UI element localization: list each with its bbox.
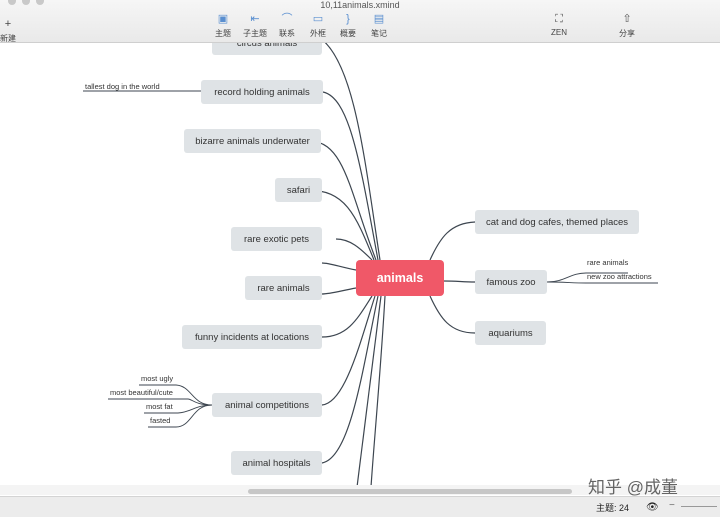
zoom-out-icon[interactable]: − — [669, 500, 675, 511]
share-label: 分享 — [619, 29, 635, 38]
subtopic-fasted[interactable]: fasted — [150, 416, 170, 425]
window-title: 10,11animals.xmind — [320, 0, 400, 10]
window-toolbar: 10,11animals.xmind + 新建 ▣ 主题 ⇤ 子主题 ⌒ 联系 … — [0, 0, 720, 43]
watermark: 知乎 @成董 — [588, 478, 678, 497]
topic-bizarre-animals-underwater[interactable]: bizarre animals underwater — [184, 129, 321, 153]
topic-funny-incidents[interactable]: funny incidents at locations — [182, 325, 322, 349]
notes-button[interactable]: ▤ 笔记 — [359, 13, 399, 39]
subtopic-most-fat[interactable]: most fat — [146, 402, 173, 411]
topic-famous-zoo[interactable]: famous zoo — [475, 270, 547, 294]
topic-rare-exotic-pets[interactable]: rare exotic pets — [231, 227, 322, 251]
topic-circus-animals[interactable]: circus animals — [212, 43, 322, 55]
eye-icon[interactable]: 👁 — [646, 502, 659, 513]
central-topic[interactable]: animals — [356, 260, 444, 296]
zen-label: ZEN — [551, 28, 567, 37]
scrollbar-thumb[interactable] — [248, 489, 572, 494]
topic-safari[interactable]: safari — [275, 178, 322, 202]
zen-button[interactable]: ⛶ ZEN — [539, 13, 579, 37]
topic-aquariums[interactable]: aquariums — [475, 321, 546, 345]
topic-record-holding-animals[interactable]: record holding animals — [201, 80, 323, 104]
subtopic-new-zoo-attractions[interactable]: new zoo attractions — [587, 272, 652, 281]
topic-cat-dog-cafes[interactable]: cat and dog cafes, themed places — [475, 210, 639, 234]
notes-label: 笔记 — [371, 29, 387, 38]
subtopic-most-ugly[interactable]: most ugly — [141, 374, 173, 383]
share-icon: ⇧ — [622, 13, 632, 25]
topic-count: 主题: 24 — [596, 503, 630, 513]
plus-icon: + — [4, 18, 12, 30]
zoom-slider[interactable] — [681, 506, 717, 507]
mindmap-canvas[interactable]: animals circus animals record holding an… — [0, 43, 720, 495]
subtopic-rare-animals[interactable]: rare animals — [587, 258, 628, 267]
share-button[interactable]: ⇧ 分享 — [607, 13, 647, 39]
fullscreen-icon: ⛶ — [555, 13, 563, 25]
topic-rare-animals[interactable]: rare animals — [245, 276, 322, 300]
new-button[interactable]: + 新建 — [0, 18, 28, 44]
subtopic-most-beautiful[interactable]: most beautiful/cute — [110, 388, 173, 397]
subtopic-tallest-dog[interactable]: tallest dog in the world — [85, 82, 160, 91]
topic-animal-hospitals[interactable]: animal hospitals — [231, 451, 322, 475]
topic-animal-competitions[interactable]: animal competitions — [212, 393, 322, 417]
notes-icon: ▤ — [373, 13, 385, 25]
